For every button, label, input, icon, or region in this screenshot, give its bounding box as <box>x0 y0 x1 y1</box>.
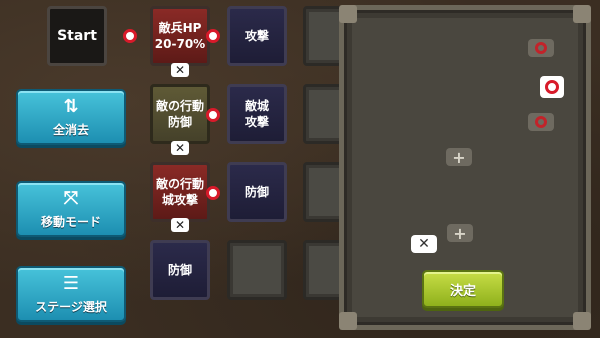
tile-label: 防御 <box>167 263 192 277</box>
connector-icon[interactable] <box>123 29 137 43</box>
corner-ornament <box>573 5 591 23</box>
start-tile[interactable]: Start <box>47 6 107 66</box>
delete-icon[interactable]: ✕ <box>411 235 437 253</box>
refresh-icon: ⇅ <box>63 95 79 117</box>
stage-select-button[interactable]: ☰ ステージ選択 <box>16 266 126 322</box>
connector-icon[interactable] <box>206 186 220 200</box>
condition-tile-enemy-defend[interactable]: 敵の行動 防御 <box>150 84 210 144</box>
connector-icon-active[interactable] <box>540 76 564 98</box>
corner-ornament <box>339 5 357 23</box>
tile-line: 防御 <box>167 115 192 129</box>
connector-icon[interactable] <box>206 108 220 122</box>
stage-select-label: ステージ選択 <box>35 299 107 314</box>
delete-icon[interactable]: ✕ <box>171 218 189 232</box>
action-tile-defend[interactable]: 防御 <box>150 240 210 300</box>
corner-ornament <box>339 312 357 330</box>
expand-arrows-icon: ⤧ <box>63 187 79 209</box>
add-icon[interactable]: + <box>446 148 472 167</box>
tile-label: 攻撃 <box>244 29 269 43</box>
tile-line: 20-70% <box>154 37 206 51</box>
action-tile-defend[interactable]: 防御 <box>227 162 287 222</box>
tile-line: 攻撃 <box>244 115 269 129</box>
tile-line: 敵城 <box>244 99 269 113</box>
start-label: Start <box>57 28 97 44</box>
condition-tile-enemy-castle-attack[interactable]: 敵の行動 城攻撃 <box>150 162 210 222</box>
clear-all-label: 全消去 <box>52 122 89 137</box>
connector-icon[interactable] <box>528 113 554 131</box>
tile-line: 敵兵HP <box>158 21 202 35</box>
delete-icon[interactable]: ✕ <box>171 63 189 77</box>
empty-slot[interactable] <box>227 240 287 300</box>
move-mode-label: 移動モード <box>40 214 101 229</box>
corner-ornament <box>573 312 591 330</box>
action-tile-castle-attack[interactable]: 敵城 攻撃 <box>227 84 287 144</box>
list-icon: ☰ <box>62 272 80 294</box>
action-tile-attack[interactable]: 攻撃 <box>227 6 287 66</box>
move-mode-button[interactable]: ⤧ 移動モード <box>16 181 126 237</box>
confirm-button[interactable]: 決定 <box>422 270 504 308</box>
connector-icon[interactable] <box>206 29 220 43</box>
add-icon[interactable]: + <box>447 224 473 243</box>
tile-label: 防御 <box>244 185 269 199</box>
delete-icon[interactable]: ✕ <box>171 141 189 155</box>
connector-icon[interactable] <box>528 39 554 57</box>
tile-line: 敵の行動 <box>155 177 204 191</box>
tile-line: 城攻撃 <box>161 193 198 207</box>
condition-tile-hp[interactable]: 敵兵HP 20-70% <box>150 6 210 66</box>
tile-line: 敵の行動 <box>155 99 204 113</box>
clear-all-button[interactable]: ⇅ 全消去 <box>16 89 126 145</box>
